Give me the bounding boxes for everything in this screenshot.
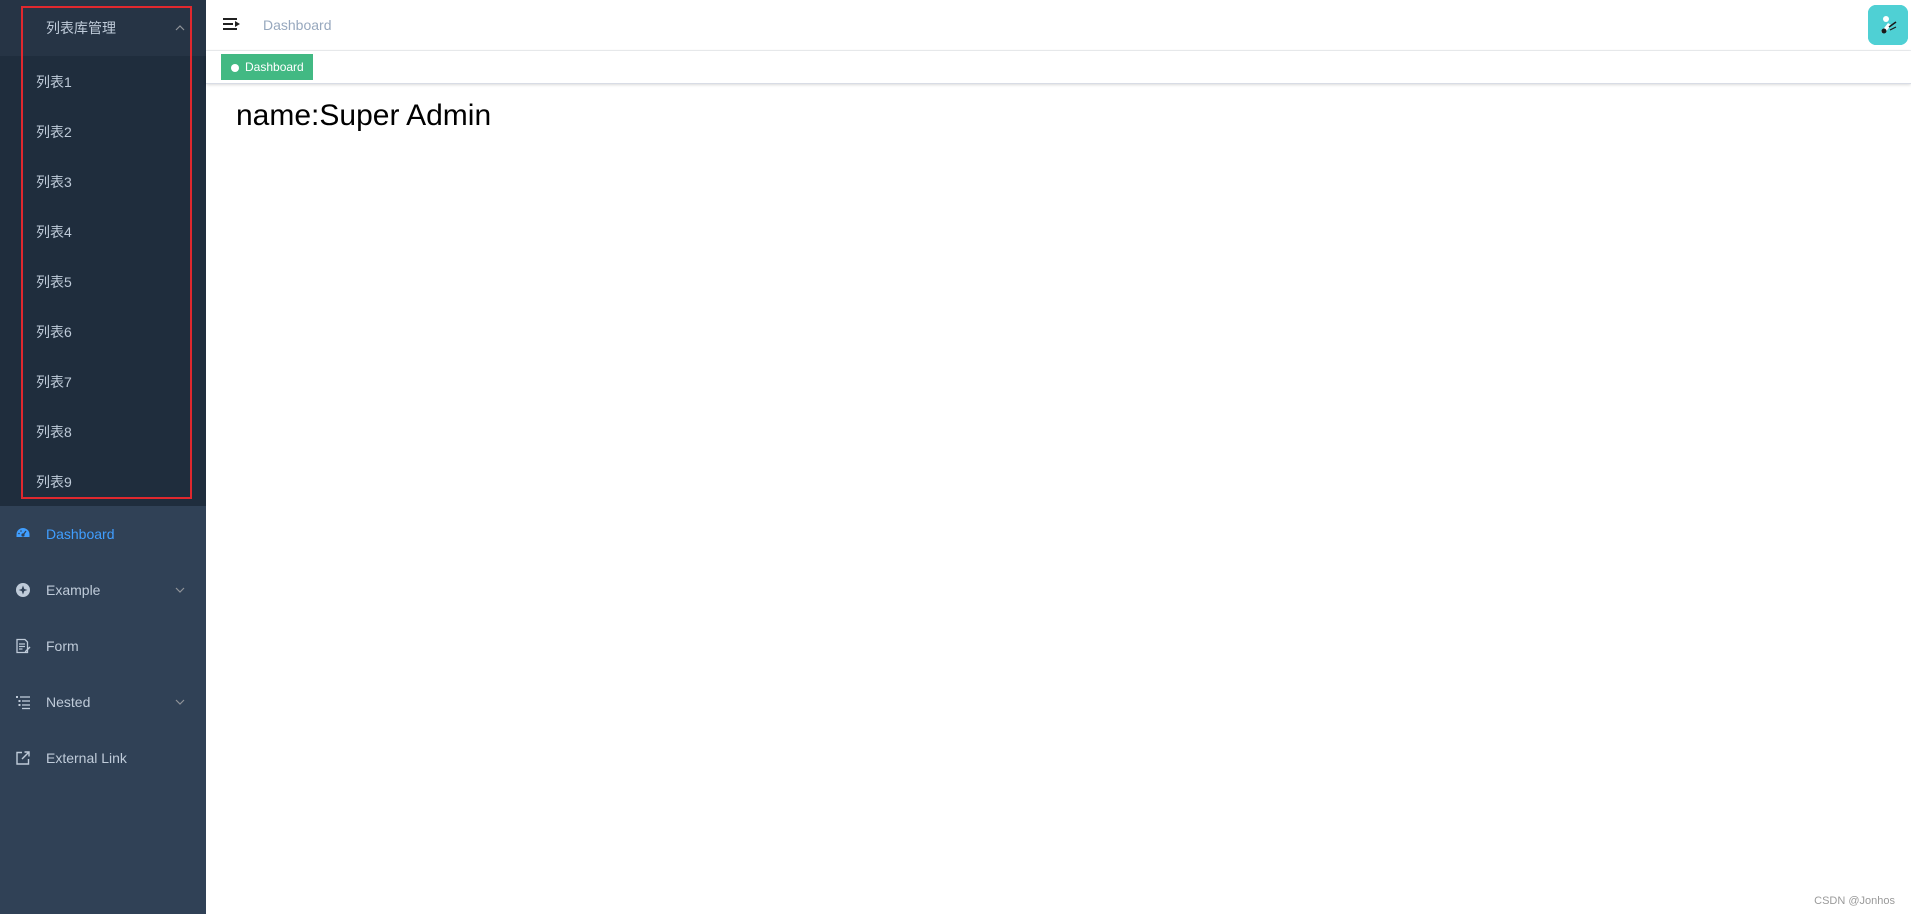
- submenu-item-label: 列表7: [36, 374, 72, 390]
- hamburger-icon[interactable]: [223, 16, 241, 34]
- submenu-item-list4[interactable]: 列表4: [0, 207, 206, 257]
- submenu-item-label: 列表5: [36, 274, 72, 290]
- chevron-down-icon: [175, 587, 185, 593]
- submenu-item-list6[interactable]: 列表6: [0, 307, 206, 357]
- submenu-item-list1[interactable]: 列表1: [0, 57, 206, 107]
- tag-label: Dashboard: [245, 60, 304, 74]
- navbar: Dashboard: [206, 0, 1911, 51]
- avatar-image: [1868, 5, 1908, 45]
- submenu-item-label: 列表8: [36, 424, 72, 440]
- submenu-item-label: 列表3: [36, 174, 72, 190]
- dashboard-icon: [16, 528, 30, 537]
- tags-view: Dashboard: [206, 51, 1911, 84]
- submenu-item-label: 列表4: [36, 224, 72, 240]
- submenu-item-label: 列表2: [36, 124, 72, 140]
- watermark: CSDN @Jonhos: [1814, 895, 1895, 907]
- sidebar-item-label: Example: [46, 582, 101, 598]
- chevron-up-icon: [175, 25, 185, 31]
- sidebar-item-nested[interactable]: Nested: [0, 674, 206, 730]
- sidebar-item-dashboard[interactable]: Dashboard: [0, 506, 206, 562]
- submenu-item-list7[interactable]: 列表7: [0, 357, 206, 407]
- submenu-item-label: 列表6: [36, 324, 72, 340]
- sidebar-item-form[interactable]: Form: [0, 618, 206, 674]
- submenu-item-list5[interactable]: 列表5: [0, 257, 206, 307]
- submenu-item-list3[interactable]: 列表3: [0, 157, 206, 207]
- active-dot: [231, 64, 239, 72]
- breadcrumb: Dashboard: [263, 17, 332, 33]
- example-icon: [16, 583, 30, 597]
- dashboard-text: name:Super Admin: [236, 99, 492, 132]
- nested-icon: [16, 696, 30, 710]
- submenu-title[interactable]: 列表库管理: [0, 0, 206, 56]
- avatar[interactable]: [1868, 5, 1908, 45]
- tag-dashboard[interactable]: Dashboard: [221, 54, 313, 80]
- sidebar: 列表库管理 列表1 列表2 列表3 列表4 列表5 列表6 列表7 列表8 列表…: [0, 0, 206, 914]
- sidebar-item-label: Dashboard: [46, 526, 115, 542]
- sidebar-item-label: Nested: [46, 694, 91, 710]
- submenu-list-management: 列表库管理 列表1 列表2 列表3 列表4 列表5 列表6 列表7 列表8 列表…: [0, 0, 206, 506]
- app-root: 列表库管理 列表1 列表2 列表3 列表4 列表5 列表6 列表7 列表8 列表…: [0, 0, 1911, 914]
- sidebar-item-label: Form: [46, 638, 79, 654]
- link-icon: [16, 751, 30, 765]
- submenu-item-list8[interactable]: 列表8: [0, 407, 206, 457]
- submenu-title-label: 列表库管理: [46, 20, 116, 36]
- submenu-item-label: 列表9: [36, 474, 72, 490]
- chevron-down-icon: [175, 699, 185, 705]
- submenu-item-list2[interactable]: 列表2: [0, 107, 206, 157]
- submenu-item-label: 列表1: [36, 74, 72, 90]
- sidebar-item-external-link[interactable]: External Link: [0, 730, 206, 786]
- submenu-item-list9[interactable]: 列表9: [0, 457, 206, 507]
- form-icon: [16, 638, 31, 654]
- sidebar-item-label: External Link: [46, 750, 127, 766]
- sidebar-item-example[interactable]: Example: [0, 562, 206, 618]
